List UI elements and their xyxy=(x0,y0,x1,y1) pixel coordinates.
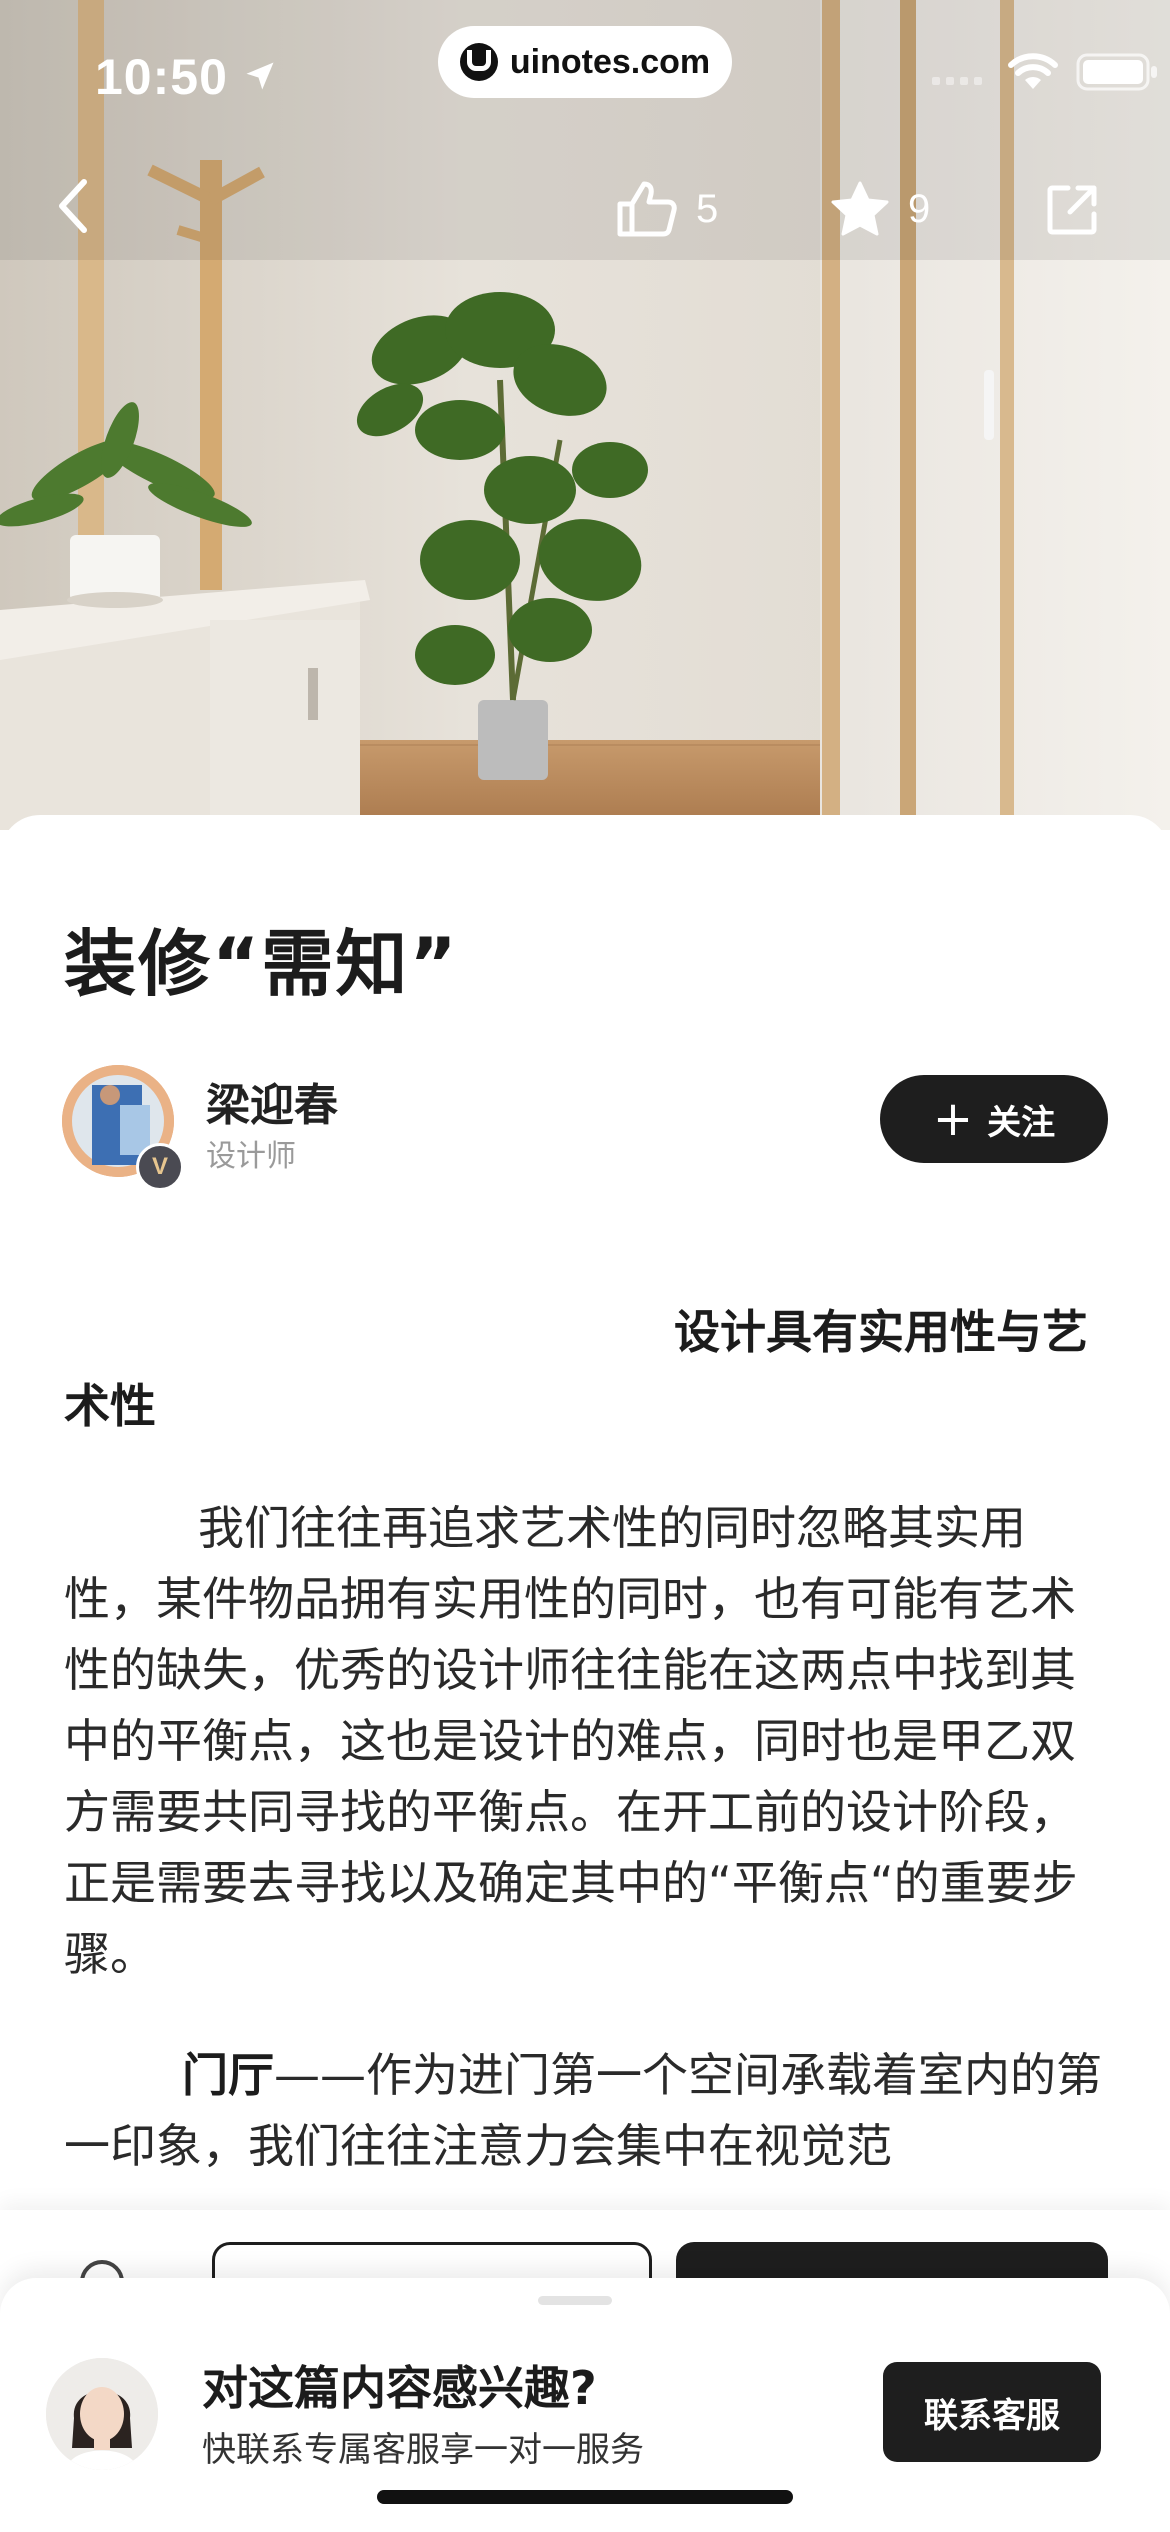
article-paragraph: 我们往往再追求艺术性的同时忽略其实用性，某件物品拥有实用性的同时，也有可能有艺术… xyxy=(64,1501,1078,1981)
back-chevron-icon[interactable] xyxy=(50,176,100,236)
follow-label: 关注 xyxy=(987,1102,1056,1143)
thumbs-up-icon xyxy=(617,181,677,237)
url-pill[interactable]: uinotes.com xyxy=(438,26,732,98)
like-button[interactable]: 5 xyxy=(616,180,718,238)
location-arrow-icon xyxy=(246,62,274,90)
article-paragraph: 门厅——作为进门第一个空间承载着室内的第一印象，我们往往注意力会集中在视觉范 xyxy=(64,2048,1102,2173)
share-icon[interactable] xyxy=(1046,184,1098,236)
battery-icon xyxy=(1076,53,1157,91)
contact-service-button[interactable]: 联系客服 xyxy=(883,2362,1101,2462)
cover-photo xyxy=(0,0,1170,830)
signal-icon xyxy=(932,77,982,85)
service-avatar xyxy=(46,2358,158,2470)
verified-badge: V xyxy=(136,1143,184,1191)
star-icon xyxy=(831,181,889,236)
author-row: V 梁迎春 设计师 + 关注 xyxy=(62,1065,1122,1195)
wifi-icon xyxy=(1008,53,1058,89)
author-role: 设计师 xyxy=(206,1139,296,1174)
status-time: 10:50 xyxy=(95,49,228,105)
like-count: 5 xyxy=(696,186,719,231)
article-body: 设计具有实用性与艺术性 我们往往再追求艺术性的同时忽略其实用性，某件物品拥有实用… xyxy=(64,1295,1104,2182)
plus-icon: + xyxy=(932,1091,974,1147)
favorite-button[interactable]: 9 xyxy=(830,180,930,238)
article-title: 装修“需知” xyxy=(64,922,459,1006)
sheet-grabber[interactable] xyxy=(538,2296,612,2305)
article-subhead: 设计具有实用性与艺术性 xyxy=(64,1305,1088,1433)
top-action-bar: 5 9 xyxy=(0,170,1170,250)
author-name[interactable]: 梁迎春 xyxy=(206,1069,338,1133)
follow-button[interactable]: + 关注 xyxy=(880,1075,1108,1163)
service-title: 对这篇内容感兴趣? xyxy=(202,2361,597,2415)
service-subtitle: 快联系专属客服享一对一服务 xyxy=(202,2430,644,2470)
home-indicator xyxy=(377,2490,793,2504)
url-text: uinotes.com xyxy=(509,42,711,81)
favorite-count: 9 xyxy=(908,186,931,231)
status-icons xyxy=(930,52,1160,92)
site-logo-icon xyxy=(459,43,498,81)
